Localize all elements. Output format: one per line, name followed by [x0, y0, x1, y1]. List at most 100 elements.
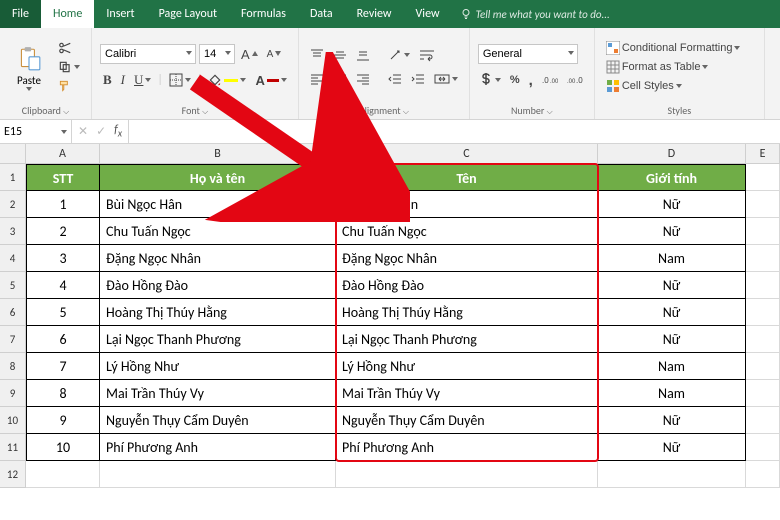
conditional-formatting-button[interactable]: Conditional Formatting	[603, 39, 756, 57]
tab-file[interactable]: File	[0, 0, 41, 28]
row-header[interactable]: 12	[0, 461, 26, 488]
cell[interactable]	[746, 191, 780, 218]
cell[interactable]: Nữ	[598, 191, 746, 218]
tab-review[interactable]: Review	[345, 0, 404, 28]
cell[interactable]: Nữ	[598, 434, 746, 461]
cell[interactable]	[746, 353, 780, 380]
cell[interactable]: Hoàng Thị Thúy Hằng	[336, 299, 598, 326]
cell[interactable]: 6	[26, 326, 100, 353]
tab-data[interactable]: Data	[298, 0, 345, 28]
bold-button[interactable]: B	[100, 70, 115, 90]
paste-button[interactable]: Paste	[8, 44, 50, 91]
underline-button[interactable]: U	[131, 70, 154, 90]
row-header[interactable]: 3	[0, 218, 26, 245]
select-all-corner[interactable]	[0, 144, 26, 163]
cell[interactable]: 9	[26, 407, 100, 434]
font-family-select[interactable]: Calibri	[100, 44, 196, 64]
tab-home[interactable]: Home	[41, 0, 94, 28]
italic-button[interactable]: I	[118, 70, 128, 90]
cell[interactable]: Hoàng Thị Thúy Hằng	[100, 299, 336, 326]
row-header[interactable]: 4	[0, 245, 26, 272]
cell[interactable]: Nam	[598, 380, 746, 407]
cell[interactable]: Đặng Ngọc Nhân	[336, 245, 598, 272]
align-center-button[interactable]	[330, 70, 350, 88]
tab-view[interactable]: View	[404, 0, 452, 28]
borders-button[interactable]	[166, 71, 194, 89]
row-header[interactable]: 6	[0, 299, 26, 326]
merge-center-button[interactable]	[431, 70, 461, 88]
increase-indent-button[interactable]	[408, 70, 428, 88]
cell[interactable]: 1	[26, 191, 100, 218]
orientation-button[interactable]	[385, 46, 413, 64]
cell[interactable]: Nam	[598, 245, 746, 272]
format-painter-button[interactable]	[55, 77, 75, 95]
align-right-button[interactable]	[353, 70, 373, 88]
cell[interactable]	[746, 218, 780, 245]
align-bottom-button[interactable]	[353, 46, 373, 64]
cell[interactable]: Đào Hồng Đào	[100, 272, 336, 299]
cell[interactable]	[100, 461, 336, 488]
cell[interactable]: Nữ	[598, 299, 746, 326]
cell[interactable]: 4	[26, 272, 100, 299]
cell[interactable]: 7	[26, 353, 100, 380]
decrease-decimal-button[interactable]: .00.0	[564, 72, 586, 88]
decrease-indent-button[interactable]	[385, 70, 405, 88]
formula-input[interactable]	[129, 120, 780, 143]
cell[interactable]: Nữ	[598, 218, 746, 245]
align-left-button[interactable]	[307, 70, 327, 88]
name-box[interactable]: E15	[0, 120, 72, 143]
cell[interactable]: Bùi Ngọc Hân	[100, 191, 336, 218]
cell[interactable]: Chu Tuấn Ngọc	[100, 218, 336, 245]
cell[interactable]: Đặng Ngọc Nhân	[100, 245, 336, 272]
row-header[interactable]: 1	[0, 164, 26, 191]
align-middle-button[interactable]	[330, 46, 350, 64]
tab-insert[interactable]: Insert	[94, 0, 146, 28]
cell[interactable]: Chu Tuấn Ngọc	[336, 218, 598, 245]
cell[interactable]	[598, 461, 746, 488]
row-header[interactable]: 2	[0, 191, 26, 218]
cell[interactable]: Nguyễn Thụy Cẩm Duyên	[336, 407, 598, 434]
cell-styles-button[interactable]: Cell Styles	[603, 77, 756, 95]
cell[interactable]: STT	[26, 164, 100, 191]
cell[interactable]: Họ và tên	[100, 164, 336, 191]
cell[interactable]: Giới tính	[598, 164, 746, 191]
font-color-button[interactable]: A	[252, 71, 289, 90]
cell[interactable]: Lại Ngọc Thanh Phương	[336, 326, 598, 353]
cell[interactable]	[746, 434, 780, 461]
cell[interactable]: Mai Trần Thúy Vy	[336, 380, 598, 407]
col-header-E[interactable]: E	[746, 144, 780, 163]
tell-me-search[interactable]: Tell me what you want to do...	[460, 0, 610, 28]
cell[interactable]: Nữ	[598, 407, 746, 434]
cell[interactable]: Phí Phương Anh	[100, 434, 336, 461]
fx-icon[interactable]: fx	[114, 123, 122, 139]
cell[interactable]	[746, 272, 780, 299]
col-header-D[interactable]: D	[598, 144, 746, 163]
cell[interactable]: 3	[26, 245, 100, 272]
cell[interactable]: Đào Hồng Đào	[336, 272, 598, 299]
cell[interactable]	[746, 407, 780, 434]
increase-decimal-button[interactable]: .0.00	[539, 72, 561, 88]
format-as-table-button[interactable]: Format as Table	[603, 58, 756, 76]
cell[interactable]: Lý Hồng Như	[100, 353, 336, 380]
cell[interactable]: Lại Ngọc Thanh Phương	[100, 326, 336, 353]
accounting-format-button[interactable]	[478, 71, 504, 89]
row-header[interactable]: 8	[0, 353, 26, 380]
cell[interactable]	[746, 299, 780, 326]
row-header[interactable]: 11	[0, 434, 26, 461]
font-size-select[interactable]: 14	[199, 44, 235, 64]
confirm-formula-icon[interactable]: ✓	[96, 124, 106, 139]
row-header[interactable]: 10	[0, 407, 26, 434]
copy-button[interactable]	[55, 58, 83, 76]
cell[interactable]: 2	[26, 218, 100, 245]
tab-page-layout[interactable]: Page Layout	[147, 0, 229, 28]
cell[interactable]	[336, 461, 598, 488]
cell[interactable]: Tên	[336, 164, 598, 191]
align-top-button[interactable]	[307, 46, 327, 64]
cell[interactable]: Bùi Ngọc Hân	[336, 191, 598, 218]
row-header[interactable]: 5	[0, 272, 26, 299]
cell[interactable]: Lý Hồng Như	[336, 353, 598, 380]
cell[interactable]	[746, 461, 780, 488]
cell[interactable]: 10	[26, 434, 100, 461]
col-header-A[interactable]: A	[26, 144, 100, 163]
comma-button[interactable]: ,	[526, 70, 536, 91]
